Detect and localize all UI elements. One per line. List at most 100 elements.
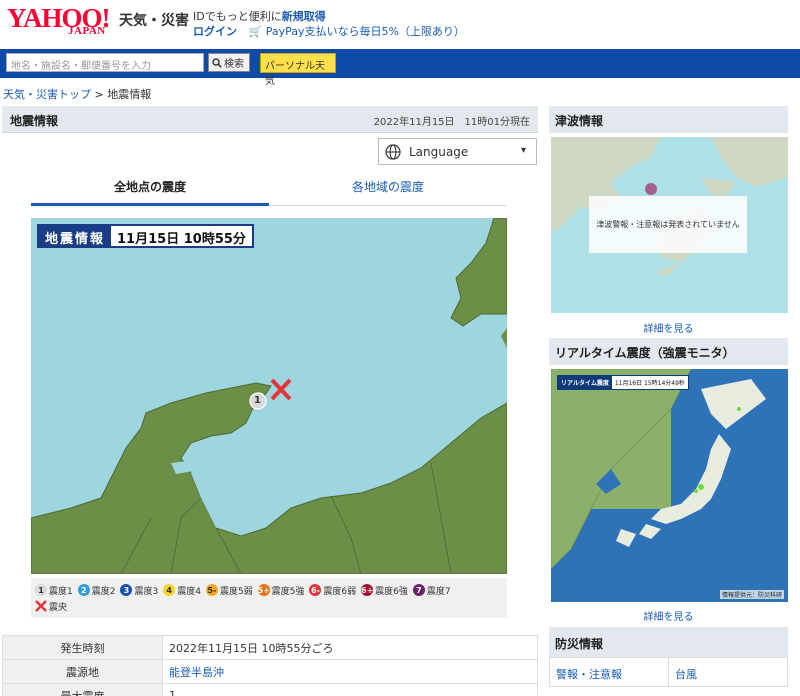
tsunami-title-bar: 津波情報 <box>549 106 788 133</box>
earthquake-map[interactable]: 1 地震情報 11月15日 10時55分 <box>31 218 507 574</box>
paypay-link[interactable]: PayPay支払いなら毎日5%（上限あり） <box>266 25 465 38</box>
legend-label: 震度6強 <box>375 586 408 597</box>
bousai-title: 防災情報 <box>555 637 604 651</box>
intensity-tabs: 全地点の震度 各地域の震度 <box>31 175 507 206</box>
epicenter-legend-icon <box>35 600 47 612</box>
language-label: Language <box>409 144 469 159</box>
intensity-marker-label: 1 <box>254 395 261 406</box>
language-select[interactable]: Language ▾ <box>378 138 537 165</box>
promo-text: IDでもっと便利に <box>193 10 282 23</box>
breadcrumb-top[interactable]: 天気・災害トップ <box>3 88 91 101</box>
breadcrumb-current: 地震情報 <box>107 88 152 101</box>
legend-badge: 3 <box>120 584 133 596</box>
login-link[interactable]: ログイン <box>193 25 237 38</box>
yahoo-logo-sub: JAPAN <box>68 25 106 37</box>
service-name[interactable]: 天気・災害 <box>119 10 189 30</box>
legend-item: 1 震度1 <box>35 582 73 598</box>
legend-badge: 5- <box>205 584 218 596</box>
realtime-monitor-map[interactable]: リアルタイム震度 11月16日 15時14分49秒 情報提供元：防災科研 <box>551 369 788 602</box>
legend-label: 震度7 <box>426 586 451 597</box>
tab-all-points[interactable]: 全地点の震度 <box>31 175 269 206</box>
site-header: YAHOO! JAPAN 天気・災害 IDでもっと便利に新規取得 ログイン 🛒 … <box>0 0 800 48</box>
legend-label: 震度1 <box>49 586 73 597</box>
info-key: 震源地 <box>2 659 163 684</box>
map-label: 地震情報 11月15日 10時55分 <box>37 224 254 248</box>
bousai-title-bar: 防災情報 <box>549 627 788 657</box>
legend-badge: 6+ <box>361 584 374 596</box>
table-row: 発生時刻 2022年11月15日 10時55分ごろ <box>2 635 538 660</box>
legend-label: 震度6弱 <box>323 586 357 597</box>
legend-label: 震度4 <box>177 586 201 597</box>
intensity-legend: 1 震度1 2 震度2 3 震度3 4 震度4 5- 震度5弱 5+ 震度5強 6- 震度6弱 6+ 震度6強… <box>31 578 507 618</box>
tab-by-region[interactable]: 各地域の震度 <box>269 175 507 206</box>
map-label-time: 11月15日 10時55分 <box>117 232 246 247</box>
earthquake-map-graphic <box>31 218 507 574</box>
map-label-title: 地震情報 <box>39 226 112 247</box>
bousai-link-typhoon[interactable]: 台風 <box>668 658 787 686</box>
info-value-cell: 1 <box>162 683 538 696</box>
bousai-links: 警報・注意報 台風 <box>549 657 788 687</box>
login-line: ログイン 🛒 PayPay支払いなら毎日5%（上限あり） <box>193 23 465 39</box>
realtime-title-bar: リアルタイム震度（強震モニタ） <box>549 338 788 365</box>
map-credit: 情報提供元：防災科研 <box>719 590 784 599</box>
legend-item: 5+ 震度5強 <box>257 582 305 598</box>
search-button[interactable]: 検索 <box>208 53 250 72</box>
tsunami-title: 津波情報 <box>555 114 604 128</box>
legend-label: 震度2 <box>91 586 116 597</box>
legend-badge: 6- <box>309 584 322 596</box>
legend-item: 2 震度2 <box>77 582 116 598</box>
tsunami-map[interactable]: 津波警報・注意報は発表されていません <box>551 137 788 313</box>
search-bar: 地名・施設名・郵便番号を入力 検索 パーソナル天気 <box>0 49 800 87</box>
realtime-label-time: 11月16日 15時14分49秒 <box>614 380 685 387</box>
page-title-bar: 地震情報 2022年11月15日 11時01分現在 <box>2 106 538 133</box>
cart-icon: 🛒 <box>248 25 263 38</box>
bousai-link-warnings[interactable]: 警報・注意報 <box>550 658 668 686</box>
realtime-title: リアルタイム震度（強震モニタ） <box>555 346 735 360</box>
epicenter-icon[interactable] <box>270 378 292 401</box>
legend-badge: 2 <box>77 584 90 596</box>
legend-label: 震度5弱 <box>219 586 253 597</box>
legend-epicenter-label: 震央 <box>49 602 68 613</box>
personal-weather-button[interactable]: パーソナル天気 <box>260 53 336 87</box>
legend-badge: 4 <box>163 584 176 596</box>
signup-link[interactable]: 新規取得 <box>282 10 326 23</box>
tsunami-notice: 津波警報・注意報は発表されていません <box>589 196 747 253</box>
realtime-map-graphic <box>551 369 766 570</box>
legend-item: 6+ 震度6強 <box>361 582 408 598</box>
search-input[interactable]: 地名・施設名・郵便番号を入力 <box>6 53 204 72</box>
legend-item: 5- 震度5弱 <box>205 582 253 598</box>
legend-label: 震度3 <box>134 586 159 597</box>
legend-badge: 1 <box>35 584 47 596</box>
realtime-label-title: リアルタイム震度 <box>558 376 612 389</box>
legend-badge: 7 <box>412 584 425 596</box>
info-key: 発生時刻 <box>2 635 163 660</box>
realtime-detail-link[interactable]: 詳細を見る <box>549 608 788 623</box>
legend-badge: 5+ <box>257 584 270 596</box>
legend-item: 3 震度3 <box>120 582 158 598</box>
info-value: 1 <box>169 689 176 696</box>
info-key: 最大震度 <box>2 683 163 696</box>
breadcrumb: 天気・災害トップ > 地震情報 <box>3 86 151 102</box>
legend-label: 震度5強 <box>271 586 305 597</box>
page-title: 地震情報 <box>10 114 59 128</box>
promo-line: IDでもっと便利に新規取得 <box>193 8 326 24</box>
tsunami-detail-link[interactable]: 詳細を見る <box>549 320 788 335</box>
globe-icon <box>385 143 401 160</box>
info-value: 2022年11月15日 10時55分ごろ <box>169 641 334 655</box>
legend-row: 1 震度1 2 震度2 3 震度3 4 震度4 5- 震度5弱 5+ 震度5強 6- 震度6弱 6+ 震度6強… <box>35 582 503 598</box>
search-button-label: 検索 <box>224 59 244 70</box>
table-row: 最大震度 1 <box>2 683 538 696</box>
info-value-link[interactable]: 能登半島沖 <box>169 666 224 679</box>
legend-item: 7 震度7 <box>412 582 451 598</box>
table-row: 震源地 能登半島沖 <box>2 659 538 684</box>
legend-epicenter: 震央 <box>35 598 503 614</box>
breadcrumb-sep: > <box>91 88 108 101</box>
legend-item: 6- 震度6弱 <box>309 582 356 598</box>
realtime-label: リアルタイム震度 11月16日 15時14分49秒 <box>557 375 689 390</box>
info-value-cell: 能登半島沖 <box>162 659 538 684</box>
legend-item: 4 震度4 <box>163 582 201 598</box>
search-icon <box>212 57 222 68</box>
timestamp: 2022年11月15日 11時01分現在 <box>373 117 530 128</box>
chevron-down-icon: ▾ <box>520 145 526 156</box>
earthquake-info-table: 発生時刻 2022年11月15日 10時55分ごろ 震源地 能登半島沖 最大震度 1 <box>2 635 538 696</box>
